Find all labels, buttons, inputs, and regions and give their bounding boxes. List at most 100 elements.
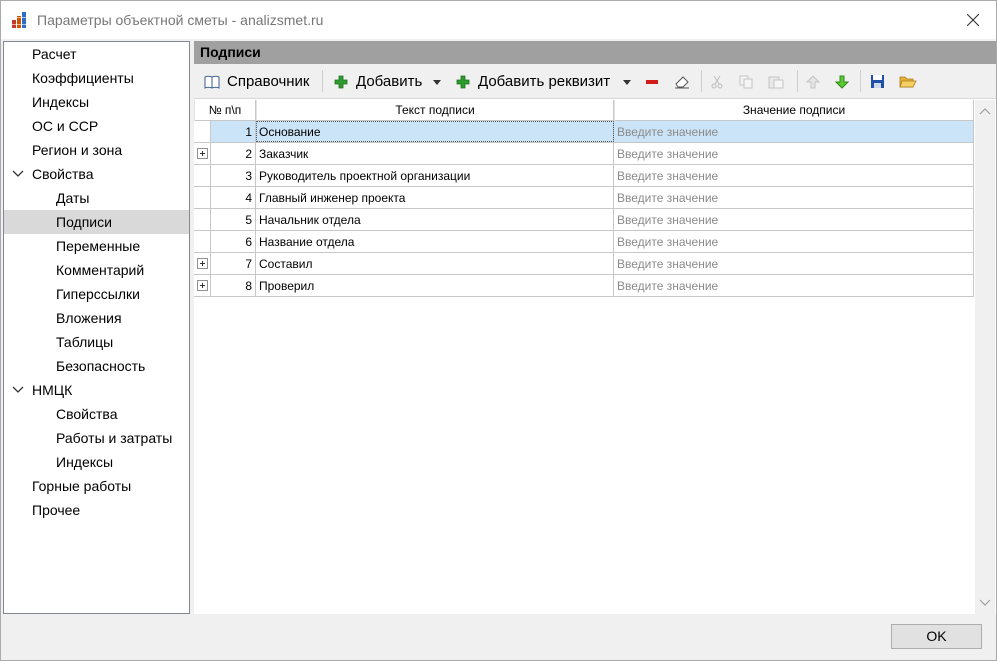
minus-icon	[646, 79, 658, 84]
paste-icon	[768, 76, 784, 88]
tree-item-label: Комментарий	[56, 262, 145, 278]
signature-value-cell[interactable]: Введите значение	[614, 187, 974, 208]
paste-button[interactable]	[768, 69, 784, 94]
table-row[interactable]: 2 Заказчик Введите значение	[194, 143, 974, 165]
signature-text-cell[interactable]: Проверил	[256, 275, 614, 296]
signature-value-cell[interactable]: Введите значение	[614, 209, 974, 230]
tree-item-label: НМЦК	[32, 382, 73, 398]
tree-item-label: Подписи	[56, 214, 112, 230]
clear-button[interactable]	[674, 69, 690, 94]
tree-item-label: ОС и ССР	[32, 118, 99, 134]
tree-item-koefficienty[interactable]: Коэффициенты	[4, 66, 189, 90]
row-expander-cell	[194, 165, 211, 186]
table-row[interactable]: 3 Руководитель проектной организации Вве…	[194, 165, 974, 187]
table-row[interactable]: 4 Главный инженер проекта Введите значен…	[194, 187, 974, 209]
reference-button[interactable]: Справочник	[204, 69, 310, 94]
plus-icon	[456, 75, 470, 88]
tree-item-region[interactable]: Регион и зона	[4, 138, 189, 162]
signature-value-cell[interactable]: Введите значение	[614, 231, 974, 252]
table-row[interactable]: 8 Проверил Введите значение	[194, 275, 974, 297]
signature-text-cell[interactable]: Составил	[256, 253, 614, 274]
tree-item-label: Переменные	[56, 238, 141, 254]
add-requisite-label: Добавить реквизит	[478, 73, 611, 90]
scroll-down-icon[interactable]	[979, 596, 991, 608]
tree-item-svoistva[interactable]: Свойства	[4, 162, 189, 186]
signature-text-cell[interactable]: Главный инженер проекта	[256, 187, 614, 208]
tree-item-daty[interactable]: Даты	[4, 186, 189, 210]
copy-icon	[739, 75, 753, 88]
table-row[interactable]: 1 Основание Введите значение	[194, 121, 974, 143]
row-number: 8	[211, 275, 256, 296]
close-button[interactable]	[950, 1, 996, 39]
column-header-value[interactable]: Значение подписи	[614, 100, 974, 121]
tree-item-label: Вложения	[56, 310, 122, 326]
tree-item-label: Безопасность	[56, 358, 146, 374]
tree-item-peremennye[interactable]: Переменные	[4, 234, 189, 258]
scroll-up-icon[interactable]	[979, 106, 991, 118]
tree-item-label: Свойства	[56, 406, 118, 422]
row-expander-cell	[194, 253, 211, 274]
signature-text-cell[interactable]: Руководитель проектной организации	[256, 165, 614, 186]
add-requisite-button[interactable]: Добавить реквизит	[456, 69, 610, 94]
copy-button[interactable]	[739, 69, 753, 94]
signature-value-cell[interactable]: Введите значение	[614, 121, 974, 142]
tree-item-raboty-zatraty[interactable]: Работы и затраты	[4, 426, 189, 450]
dropdown-arrow-icon[interactable]	[623, 80, 631, 85]
cut-button[interactable]	[710, 69, 724, 94]
row-expander-cell	[194, 231, 211, 252]
tree-item-label: Гиперссылки	[56, 286, 140, 302]
tree-item-podpisi[interactable]: Подписи	[4, 210, 189, 234]
expand-plus-icon[interactable]	[197, 258, 208, 269]
tree-item-kommentarii[interactable]: Комментарий	[4, 258, 189, 282]
signature-text-cell[interactable]: Основание	[256, 121, 614, 142]
signature-text-cell[interactable]: Название отдела	[256, 231, 614, 252]
chevron-down-icon[interactable]	[12, 169, 24, 179]
tree-item-raschet[interactable]: Расчет	[4, 42, 189, 66]
tree-item-label: Коэффициенты	[32, 70, 134, 86]
move-up-button[interactable]	[806, 69, 820, 94]
open-button[interactable]	[899, 69, 917, 94]
tree-item-label: Таблицы	[56, 334, 114, 350]
tree-item-nmck-indeksy[interactable]: Индексы	[4, 450, 189, 474]
column-header-number[interactable]: № п\п	[194, 100, 256, 121]
tree-item-bezopasnost[interactable]: Безопасность	[4, 354, 189, 378]
move-down-button[interactable]	[835, 69, 849, 94]
expand-plus-icon[interactable]	[197, 148, 208, 159]
ok-button[interactable]: OK	[891, 624, 982, 649]
add-button[interactable]: Добавить	[334, 69, 422, 94]
tree-item-prochee[interactable]: Прочее	[4, 498, 189, 522]
tree-item-indeksy[interactable]: Индексы	[4, 90, 189, 114]
column-header-text[interactable]: Текст подписи	[256, 100, 614, 121]
tree-item-nmck-svoistva[interactable]: Свойства	[4, 402, 189, 426]
tree-item-tablicy[interactable]: Таблицы	[4, 330, 189, 354]
signature-value-cell[interactable]: Введите значение	[614, 165, 974, 186]
row-number: 3	[211, 165, 256, 186]
signature-value-cell[interactable]: Введите значение	[614, 253, 974, 274]
row-expander-cell	[194, 275, 211, 296]
table-row[interactable]: 5 Начальник отдела Введите значение	[194, 209, 974, 231]
tree-item-gornye-raboty[interactable]: Горные работы	[4, 474, 189, 498]
tree-item-label: Расчет	[32, 46, 77, 62]
tree-item-label: Свойства	[32, 166, 94, 182]
tree-item-vlozheniya[interactable]: Вложения	[4, 306, 189, 330]
signature-text-cell[interactable]: Заказчик	[256, 143, 614, 164]
chevron-down-icon[interactable]	[12, 385, 24, 395]
tree-item-giperssylki[interactable]: Гиперссылки	[4, 282, 189, 306]
save-button[interactable]	[870, 69, 885, 94]
settings-tree: Расчет Коэффициенты Индексы ОС и ССР Рег…	[3, 41, 190, 614]
signature-text-cell[interactable]: Начальник отдела	[256, 209, 614, 230]
book-icon	[204, 75, 220, 89]
vertical-scrollbar[interactable]	[975, 100, 995, 614]
signature-value-cell[interactable]: Введите значение	[614, 275, 974, 296]
signature-value-cell[interactable]: Введите значение	[614, 143, 974, 164]
tree-item-nmck[interactable]: НМЦК	[4, 378, 189, 402]
table-row[interactable]: 7 Составил Введите значение	[194, 253, 974, 275]
row-number: 1	[211, 121, 256, 142]
expand-plus-icon[interactable]	[197, 280, 208, 291]
tree-item-label: Регион и зона	[32, 142, 123, 158]
remove-button[interactable]	[645, 69, 659, 94]
row-expander-cell	[194, 209, 211, 230]
tree-item-os-ssr[interactable]: ОС и ССР	[4, 114, 189, 138]
dropdown-arrow-icon[interactable]	[433, 80, 441, 85]
table-row[interactable]: 6 Название отдела Введите значение	[194, 231, 974, 253]
